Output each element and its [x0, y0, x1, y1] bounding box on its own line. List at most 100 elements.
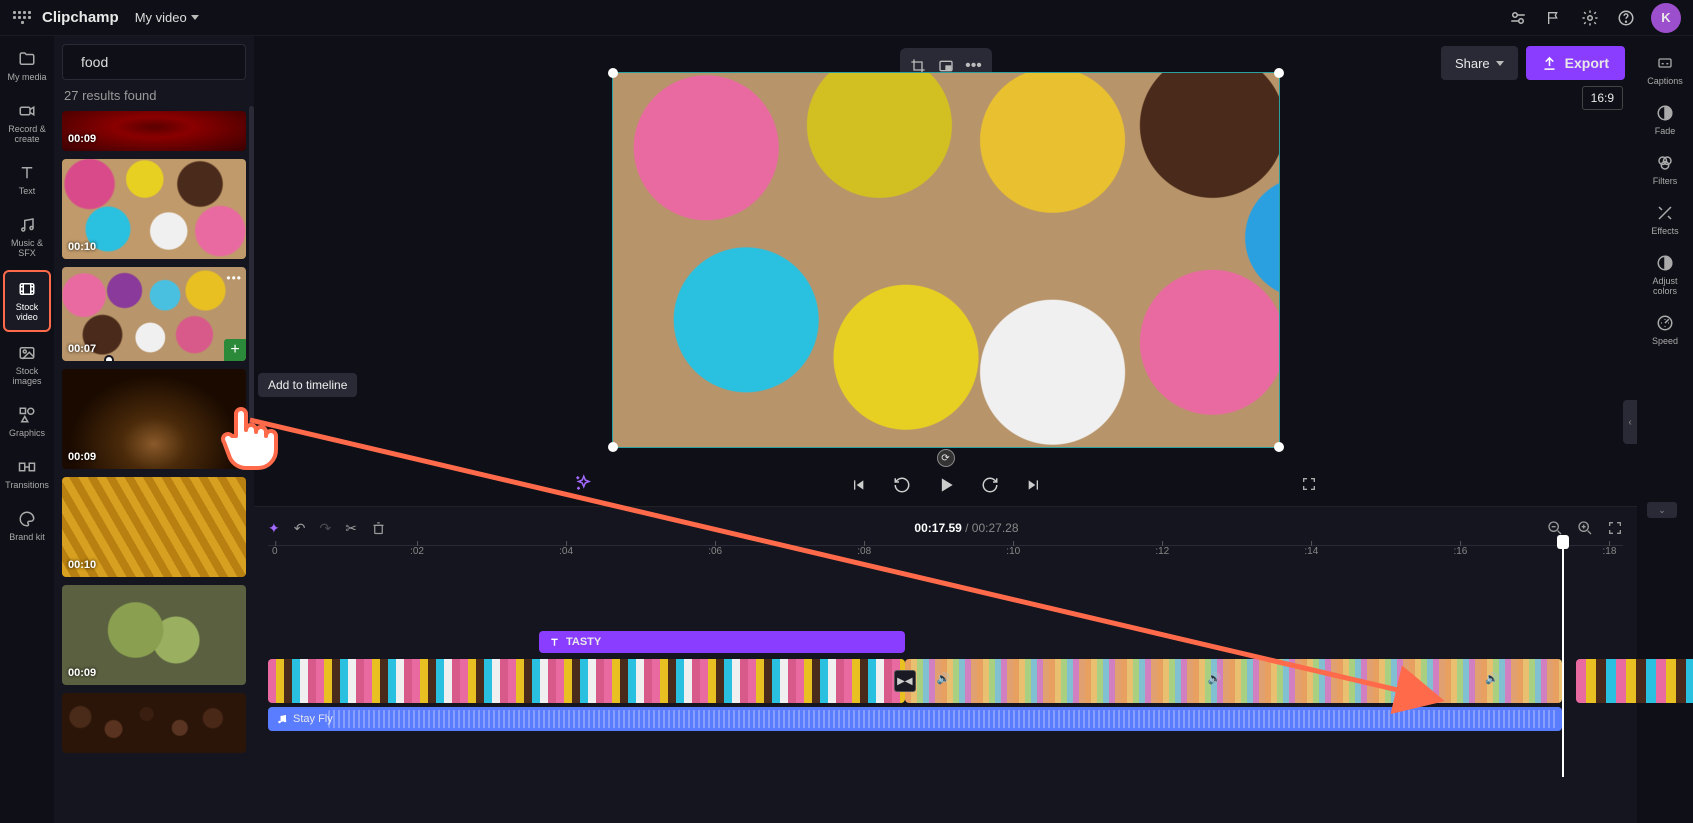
speaker-icon[interactable]: 🔊	[937, 672, 955, 690]
zoom-fit-icon[interactable]	[1607, 520, 1623, 536]
stock-thumb-2[interactable]: ••• 00:07 +	[62, 267, 246, 361]
title-bar: Clipchamp My video K	[0, 0, 1693, 36]
results-count: 27 results found	[64, 88, 244, 103]
captions-icon	[1640, 52, 1690, 74]
text-icon	[3, 162, 51, 184]
playhead[interactable]	[1562, 543, 1564, 777]
preview-area: ••• Share Export 16:9 ⟳	[254, 36, 1637, 506]
more-icon[interactable]: •••	[226, 271, 242, 285]
play-icon[interactable]	[935, 474, 957, 496]
step-back-icon[interactable]	[891, 474, 913, 496]
app-launcher-icon[interactable]	[12, 8, 32, 28]
annotation-cursor-icon	[216, 400, 280, 472]
right-rail: Captions Fade Filters Effects Adjust col…	[1637, 36, 1693, 823]
project-name: My video	[135, 10, 187, 25]
ai-sparkle-icon[interactable]: ✦	[268, 520, 280, 537]
timeline: ✦ ↶ ↷ ✂ 00:17.59 / 00:27.28 0 :02 :04	[254, 506, 1637, 823]
tracks: TASTY ▶◀ 🔊 🔊 🔊 Stay Fly	[268, 567, 1623, 717]
rrail-adjust-colors[interactable]: Adjust colors	[1640, 244, 1690, 304]
user-avatar[interactable]: K	[1651, 3, 1681, 33]
speed-icon	[1640, 312, 1690, 334]
rail-transitions[interactable]: Transitions	[3, 450, 51, 498]
rrail-effects[interactable]: Effects	[1640, 194, 1690, 244]
delete-icon[interactable]	[371, 521, 386, 536]
zoom-out-icon[interactable]	[1547, 520, 1563, 536]
rail-record-create[interactable]: Record & create	[3, 94, 51, 152]
rail-stock-video[interactable]: Stock video	[3, 270, 51, 332]
split-icon[interactable]: ✂	[345, 520, 357, 537]
skip-start-icon[interactable]	[847, 474, 869, 496]
rail-graphics[interactable]: Graphics	[3, 398, 51, 446]
video-clip-3[interactable]	[1576, 659, 1693, 703]
rrail-fade[interactable]: Fade	[1640, 94, 1690, 144]
stock-thumb-5[interactable]: 00:09	[62, 585, 246, 685]
settings-icon[interactable]	[1573, 1, 1607, 35]
rail-stock-images[interactable]: Stock images	[3, 336, 51, 394]
video-clip-1[interactable]	[268, 659, 905, 703]
scrub-handle[interactable]	[104, 355, 114, 361]
resize-handle[interactable]	[608, 442, 618, 452]
audio-clip[interactable]: Stay Fly	[268, 707, 1562, 731]
stock-thumb-4[interactable]: 00:10	[62, 477, 246, 577]
stock-thumb-1[interactable]: 00:10	[62, 159, 246, 259]
fade-icon	[1640, 102, 1690, 124]
share-button[interactable]: Share	[1441, 46, 1518, 80]
text-clip[interactable]: TASTY	[539, 631, 905, 653]
brand-label: Clipchamp	[42, 9, 119, 26]
rail-my-media[interactable]: My media	[3, 42, 51, 90]
rail-brand-kit[interactable]: Brand kit	[3, 502, 51, 550]
stock-thumb-0[interactable]: 00:09	[62, 111, 246, 151]
music-icon	[276, 713, 288, 725]
step-forward-icon[interactable]	[979, 474, 1001, 496]
rrail-filters[interactable]: Filters	[1640, 144, 1690, 194]
transition-icon	[3, 456, 51, 478]
fullscreen-icon[interactable]	[1301, 476, 1317, 492]
film-icon	[5, 278, 49, 300]
flag-icon[interactable]	[1537, 1, 1571, 35]
add-to-timeline-button[interactable]: +	[224, 339, 246, 361]
music-icon	[3, 214, 51, 236]
resize-handle[interactable]	[1274, 68, 1284, 78]
search-box[interactable]	[62, 44, 246, 80]
redo-icon[interactable]: ↷	[319, 520, 331, 537]
rotate-handle[interactable]: ⟳	[937, 449, 955, 467]
search-input[interactable]	[81, 54, 254, 70]
export-button[interactable]: Export	[1526, 46, 1625, 80]
rrail-captions[interactable]: Captions	[1640, 44, 1690, 94]
chevron-down-icon	[1496, 61, 1504, 66]
tooltip-add-to-timeline: Add to timeline	[258, 373, 357, 397]
timeline-collapse-handle[interactable]: ⌄	[1647, 502, 1677, 518]
image-icon	[3, 342, 51, 364]
palette-icon	[3, 508, 51, 530]
chevron-down-icon	[191, 15, 199, 20]
auto-compose-icon[interactable]	[574, 474, 592, 492]
speaker-icon[interactable]: 🔊	[1208, 672, 1226, 690]
left-rail: My media Record & create Text Music & SF…	[0, 36, 54, 823]
aspect-ratio-button[interactable]: 16:9	[1582, 86, 1623, 110]
rail-music-sfx[interactable]: Music & SFX	[3, 208, 51, 266]
skip-end-icon[interactable]	[1023, 474, 1045, 496]
time-ruler[interactable]: 0 :02 :04 :06 :08 :10 :12 :14 :16 :18	[268, 545, 1623, 567]
playback-controls	[847, 474, 1045, 496]
resize-handle[interactable]	[608, 68, 618, 78]
resize-handle[interactable]	[1274, 442, 1284, 452]
stock-thumb-6[interactable]	[62, 693, 246, 753]
video-clip-2[interactable]	[905, 659, 1562, 703]
upgrade-icon[interactable]	[1501, 1, 1535, 35]
project-name-dropdown[interactable]: My video	[135, 10, 199, 25]
video-preview[interactable]: ⟳	[612, 72, 1280, 448]
shapes-icon	[3, 404, 51, 426]
timestamp: 00:17.59 / 00:27.28	[914, 521, 1018, 535]
contrast-icon	[1640, 252, 1690, 274]
speaker-icon[interactable]: 🔊	[1485, 672, 1503, 690]
right-collapse-handle[interactable]: ‹	[1623, 400, 1637, 444]
rail-text[interactable]: Text	[3, 156, 51, 204]
filters-icon	[1640, 152, 1690, 174]
help-icon[interactable]	[1609, 1, 1643, 35]
zoom-in-icon[interactable]	[1577, 520, 1593, 536]
transition-marker[interactable]: ▶◀	[894, 670, 916, 692]
stage: ••• Share Export 16:9 ⟳	[254, 36, 1637, 823]
folder-icon	[3, 48, 51, 70]
rrail-speed[interactable]: Speed	[1640, 304, 1690, 354]
undo-icon[interactable]: ↶	[294, 520, 306, 537]
